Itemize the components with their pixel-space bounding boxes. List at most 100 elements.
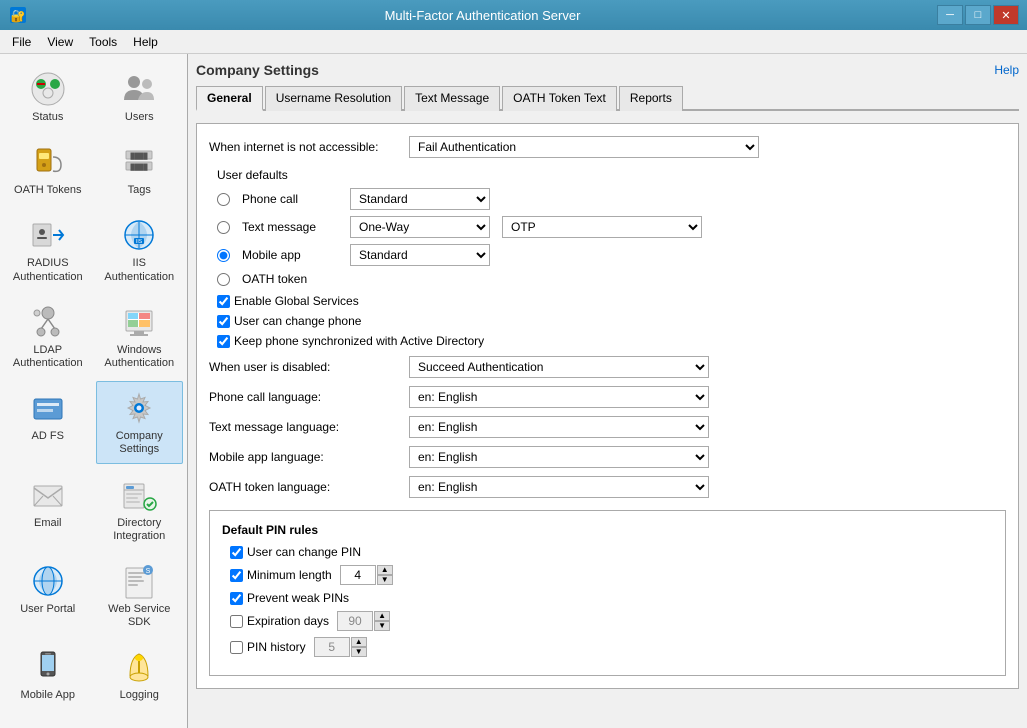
oath-token-radio[interactable] <box>217 273 230 286</box>
sidebar-item-users[interactable]: Users <box>96 62 184 131</box>
tags-icon: ████ ████ <box>119 142 159 182</box>
status-label: Status <box>32 111 63 124</box>
when-disabled-select[interactable]: Succeed Authentication Fail Authenticati… <box>409 356 709 378</box>
phone-call-radio[interactable] <box>217 193 230 206</box>
oath-token-row: OATH token <box>217 272 1006 286</box>
min-length-checkbox[interactable] <box>230 569 243 582</box>
pin-history-increment[interactable]: ▲ <box>351 637 367 647</box>
sidebar-item-email[interactable]: Email <box>4 468 92 550</box>
oath-token-lang-select[interactable]: en: English fr: French de: German <box>409 476 709 498</box>
content-area: Company Settings Help General Username R… <box>188 54 1027 728</box>
tab-reports[interactable]: Reports <box>619 86 683 111</box>
pin-rules-section: Default PIN rules User can change PIN Mi… <box>209 510 1006 676</box>
phone-call-lang-select[interactable]: en: English fr: French de: German <box>409 386 709 408</box>
oath-token-label: OATH token <box>242 272 342 286</box>
oath-token-lang-row: OATH token language: en: English fr: Fre… <box>209 476 1006 498</box>
menu-view[interactable]: View <box>39 33 81 51</box>
text-message-select[interactable]: One-Way Two-Way <box>350 216 490 238</box>
sidebar-item-directory-integration[interactable]: Directory Integration <box>96 468 184 550</box>
sidebar-item-company-settings[interactable]: Company Settings <box>96 381 184 463</box>
web-service-sdk-label: Web Service SDK <box>101 603 179 629</box>
min-length-input[interactable] <box>340 565 376 585</box>
mobile-app-lang-row: Mobile app language: en: English fr: Fre… <box>209 446 1006 468</box>
web-service-sdk-icon: S <box>119 561 159 601</box>
sidebar-item-user-portal[interactable]: User Portal <box>4 554 92 636</box>
adfs-label: AD FS <box>32 430 64 443</box>
tab-oath-token-text[interactable]: OATH Token Text <box>502 86 617 111</box>
sidebar-item-logging[interactable]: Logging <box>96 640 184 709</box>
radius-auth-icon <box>28 215 68 255</box>
pin-history-spinner: ▲ ▼ <box>314 637 367 657</box>
user-can-change-phone-checkbox[interactable] <box>217 315 230 328</box>
text-message-lang-select[interactable]: en: English fr: French de: German <box>409 416 709 438</box>
pin-history-checkbox[interactable] <box>230 641 243 654</box>
pin-history-decrement[interactable]: ▼ <box>351 647 367 657</box>
help-link[interactable]: Help <box>994 63 1019 77</box>
mobile-app-radio[interactable] <box>217 249 230 262</box>
iis-auth-label: IIS Authentication <box>101 257 179 283</box>
close-button[interactable]: ✕ <box>993 5 1019 25</box>
text-message-lang-row: Text message language: en: English fr: F… <box>209 416 1006 438</box>
window-controls: ─ □ ✕ <box>937 5 1019 25</box>
prevent-weak-checkbox[interactable] <box>230 592 243 605</box>
keep-phone-sync-label: Keep phone synchronized with Active Dire… <box>234 334 484 348</box>
minimize-button[interactable]: ─ <box>937 5 963 25</box>
text-message-lang-label: Text message language: <box>209 420 409 434</box>
company-settings-label: Company Settings <box>101 430 179 456</box>
phone-call-select[interactable]: Standard Custom <box>350 188 490 210</box>
min-length-increment[interactable]: ▲ <box>377 565 393 575</box>
sidebar-item-tags[interactable]: ████ ████ Tags <box>96 135 184 204</box>
sidebar-item-web-service-sdk[interactable]: S Web Service SDK <box>96 554 184 636</box>
user-can-change-phone-label: User can change phone <box>234 314 361 328</box>
prevent-weak-row: Prevent weak PINs <box>230 591 993 605</box>
text-message-label: Text message <box>242 220 342 234</box>
user-can-change-pin-checkbox[interactable] <box>230 546 243 559</box>
tags-label: Tags <box>128 184 151 197</box>
sidebar-item-adfs[interactable]: AD FS <box>4 381 92 463</box>
sidebar-item-iis-auth[interactable]: IIS IIS Authentication <box>96 208 184 290</box>
expiration-days-input[interactable] <box>337 611 373 631</box>
enable-global-checkbox[interactable] <box>217 295 230 308</box>
pin-rules-title: Default PIN rules <box>222 523 993 537</box>
min-length-row: Minimum length ▲ ▼ <box>230 565 993 585</box>
expiration-days-decrement[interactable]: ▼ <box>374 621 390 631</box>
sidebar-item-ldap-auth[interactable]: LDAP Authentication <box>4 295 92 377</box>
pin-history-input[interactable] <box>314 637 350 657</box>
sidebar-item-windows-auth[interactable]: Windows Authentication <box>96 295 184 377</box>
general-panel: When internet is not accessible: Fail Au… <box>196 123 1019 689</box>
mobile-app-select[interactable]: Standard Custom <box>350 244 490 266</box>
company-settings-icon <box>119 388 159 428</box>
text-message-otp-select[interactable]: OTP PIN+OTP <box>502 216 702 238</box>
tab-general[interactable]: General <box>196 86 263 111</box>
expiration-days-label: Expiration days <box>247 614 329 628</box>
sidebar-item-status[interactable]: Status <box>4 62 92 131</box>
menu-tools[interactable]: Tools <box>81 33 125 51</box>
enable-global-row: Enable Global Services <box>217 294 1006 308</box>
oath-tokens-icon <box>28 142 68 182</box>
user-can-change-phone-row: User can change phone <box>217 314 1006 328</box>
text-message-radio[interactable] <box>217 221 230 234</box>
min-length-decrement[interactable]: ▼ <box>377 575 393 585</box>
mobile-app-lang-label: Mobile app language: <box>209 450 409 464</box>
internet-select[interactable]: Fail Authentication Succeed Authenticati… <box>409 136 759 158</box>
user-defaults-section: User defaults Phone call Standard Custom <box>209 168 1006 286</box>
pin-history-spinner-buttons: ▲ ▼ <box>351 637 367 657</box>
menubar: File View Tools Help <box>0 30 1027 54</box>
expiration-days-increment[interactable]: ▲ <box>374 611 390 621</box>
sidebar-item-oath-tokens[interactable]: OATH Tokens <box>4 135 92 204</box>
adfs-icon <box>28 388 68 428</box>
maximize-button[interactable]: □ <box>965 5 991 25</box>
keep-phone-sync-checkbox[interactable] <box>217 335 230 348</box>
menu-file[interactable]: File <box>4 33 39 51</box>
tab-username-resolution[interactable]: Username Resolution <box>265 86 402 111</box>
keep-phone-sync-row: Keep phone synchronized with Active Dire… <box>217 334 1006 348</box>
tab-text-message[interactable]: Text Message <box>404 86 500 111</box>
sidebar-item-mobile-app[interactable]: Mobile App <box>4 640 92 709</box>
text-message-row: Text message One-Way Two-Way OTP PIN+OTP <box>217 216 1006 238</box>
sidebar-item-radius-auth[interactable]: RADIUS Authentication <box>4 208 92 290</box>
mobile-app-icon <box>28 647 68 687</box>
enable-global-label: Enable Global Services <box>234 294 359 308</box>
mobile-app-lang-select[interactable]: en: English fr: French de: German <box>409 446 709 468</box>
menu-help[interactable]: Help <box>125 33 166 51</box>
expiration-days-checkbox[interactable] <box>230 615 243 628</box>
